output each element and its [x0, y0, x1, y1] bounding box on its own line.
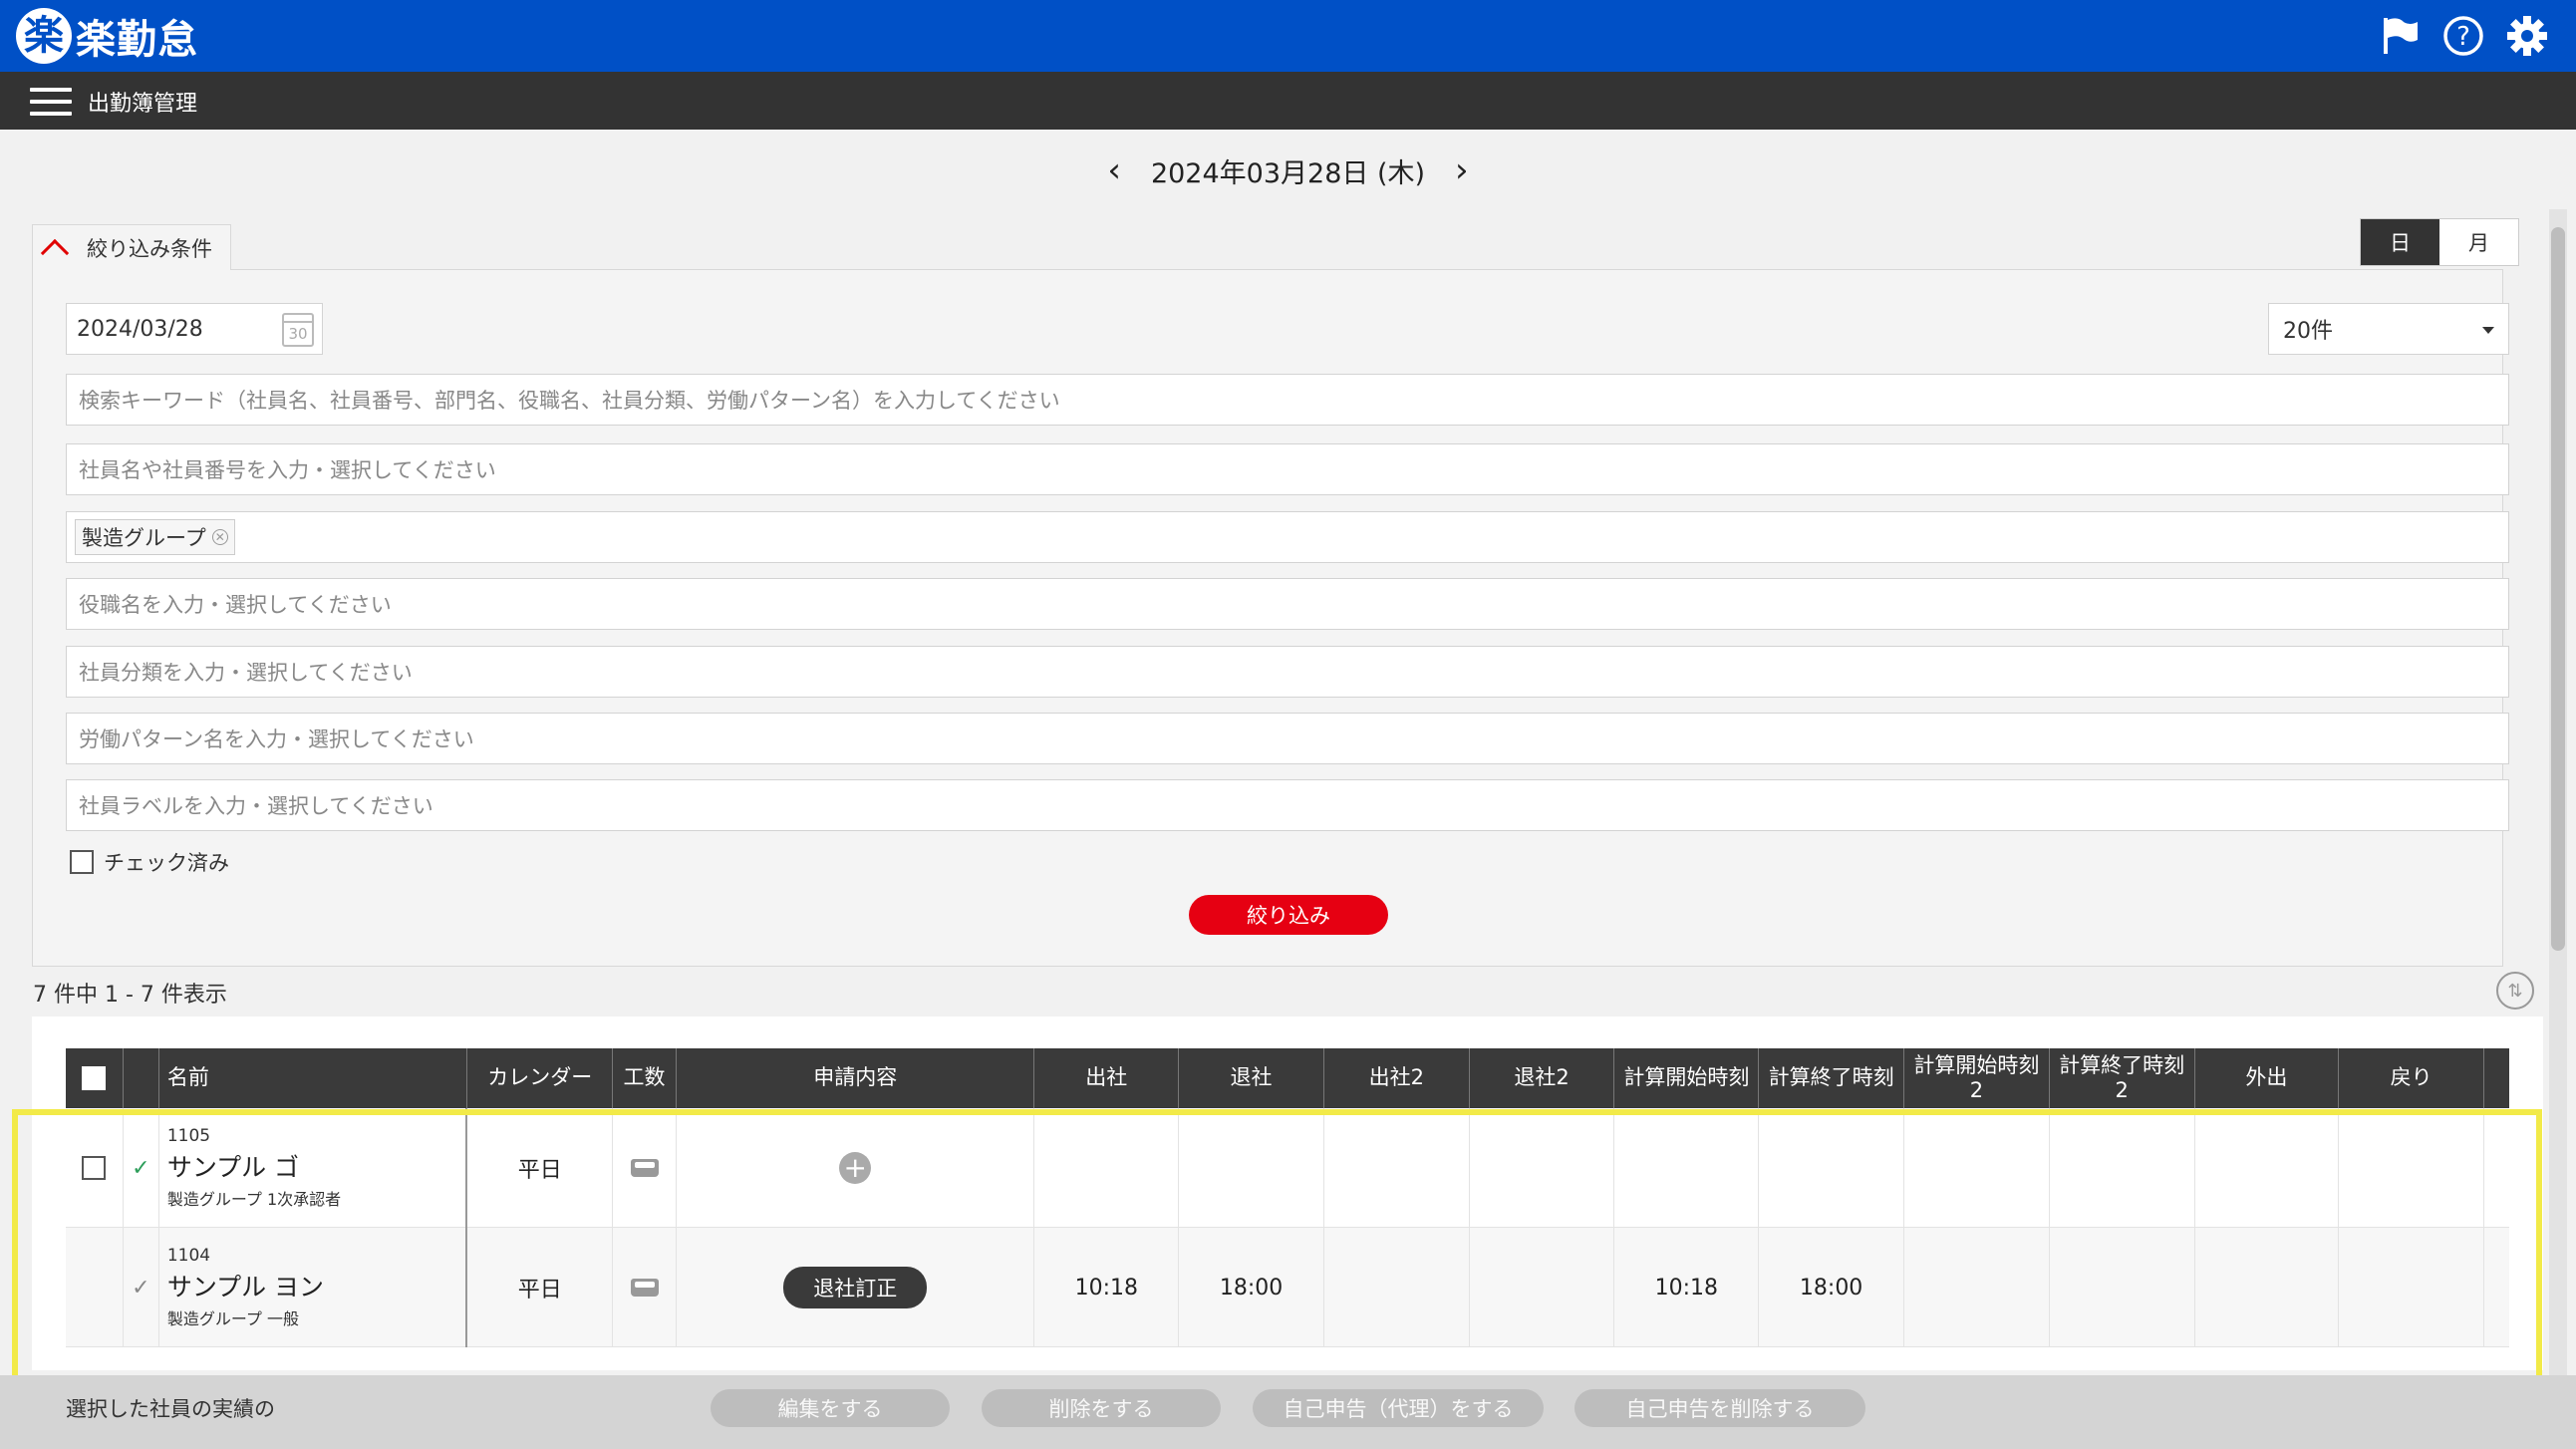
view-month-button[interactable]: 月	[2439, 219, 2518, 265]
header-name[interactable]: 名前	[159, 1048, 468, 1108]
header-in: 出社	[1034, 1048, 1180, 1108]
view-toggle: 日 月	[2360, 218, 2519, 266]
next-day-chevron-icon[interactable]: ›	[1455, 153, 1469, 187]
filter-tab-label: 絞り込み条件	[87, 236, 212, 261]
table-header: 名前 カレンダー 工数 申請内容 出社 退社 出社2 退社2 計算開始時刻 計算…	[66, 1048, 2509, 1108]
scrollbar-thumb[interactable]	[2551, 227, 2565, 951]
header-out2: 退社2	[1470, 1048, 1615, 1108]
top-bar: 楽 楽勤怠 ?	[0, 0, 2576, 72]
keyword-search-input[interactable]: 検索キーワード（社員名、社員番号、部門名、役職名、社員分類、労働パターン名）を入…	[66, 374, 2509, 426]
date-input[interactable]: 2024/03/28 30	[66, 303, 323, 355]
per-page-value: 20件	[2283, 319, 2333, 344]
collapse-caret-icon	[40, 238, 70, 267]
delete-self-report-button[interactable]: 自己申告を削除する	[1574, 1389, 1865, 1427]
header-effort: 工数	[613, 1048, 677, 1108]
employee-input[interactable]: 社員名や社員番号を入力・選択してください	[66, 443, 2509, 495]
header-out: 退社	[1179, 1048, 1324, 1108]
highlight-frame	[12, 1109, 2542, 1388]
result-count: 7 件中 1 - 7 件表示	[33, 983, 227, 1008]
checked-label: チェック済み	[104, 851, 229, 875]
department-chip-label: 製造グループ	[82, 526, 206, 550]
employee-label-input[interactable]: 社員ラベルを入力・選択してください	[66, 779, 2509, 831]
work-pattern-input[interactable]: 労働パターン名を入力・選択してください	[66, 713, 2509, 764]
header-calc-start: 計算開始時刻	[1614, 1048, 1760, 1108]
checked-checkbox[interactable]	[70, 850, 94, 874]
page-title: 出勤簿管理	[88, 92, 198, 117]
department-input[interactable]: 製造グループ ✕	[66, 511, 2509, 563]
employee-category-input[interactable]: 社員分類を入力・選択してください	[66, 646, 2509, 698]
header-calc-end2-line1: 計算終了時刻	[2059, 1052, 2185, 1077]
delete-button[interactable]: 削除をする	[982, 1389, 1221, 1427]
view-day-button[interactable]: 日	[2361, 219, 2439, 265]
apply-filter-button[interactable]: 絞り込み	[1189, 895, 1388, 935]
help-icon[interactable]: ?	[2441, 14, 2485, 58]
dropdown-arrow-icon	[2482, 327, 2494, 334]
header-calc-end2: 計算終了時刻 2	[2050, 1048, 2195, 1108]
checked-filter: チェック済み	[70, 847, 229, 877]
chip-remove-icon[interactable]: ✕	[211, 529, 228, 545]
date-navigator: ‹ 2024年03月28日 (木) ›	[0, 130, 2576, 211]
expand-collapse-icon[interactable]: ⇅	[2496, 972, 2534, 1010]
hamburger-menu-icon[interactable]	[30, 88, 72, 116]
current-date: 2024年03月28日 (木)	[1150, 157, 1426, 189]
calendar-icon[interactable]: 30	[282, 313, 314, 347]
header-calendar: カレンダー	[467, 1048, 614, 1108]
self-report-button[interactable]: 自己申告（代理）をする	[1253, 1389, 1544, 1427]
header-calc-end: 計算終了時刻	[1759, 1048, 1904, 1108]
header-request: 申請内容	[677, 1048, 1035, 1108]
selected-action-label: 選択した社員の実績の	[66, 1397, 275, 1421]
menu-bar: 出勤簿管理	[0, 72, 2576, 130]
gear-icon[interactable]	[2505, 14, 2549, 58]
header-calc-end2-line2: 2	[2115, 1078, 2129, 1102]
header-calc-start2-line1: 計算開始時刻	[1913, 1052, 2040, 1077]
edit-button[interactable]: 編集をする	[711, 1389, 950, 1427]
prev-day-chevron-icon[interactable]: ‹	[1107, 153, 1121, 187]
flag-icon[interactable]	[2378, 14, 2422, 58]
header-return: 戻り	[2339, 1048, 2485, 1108]
position-input[interactable]: 役職名を入力・選択してください	[66, 578, 2509, 630]
select-all-checkbox[interactable]	[82, 1066, 107, 1090]
header-calc-start2-line2: 2	[1969, 1078, 1984, 1102]
header-in2: 出社2	[1324, 1048, 1470, 1108]
date-input-value: 2024/03/28	[77, 316, 203, 342]
svg-text:?: ?	[2456, 22, 2470, 52]
filter-toggle-tab[interactable]: 絞り込み条件	[32, 224, 231, 270]
header-go-out: 外出	[2195, 1048, 2340, 1108]
department-chip: 製造グループ ✕	[75, 519, 235, 555]
header-calc-start2: 計算開始時刻 2	[1904, 1048, 2050, 1108]
per-page-select[interactable]: 20件	[2268, 303, 2509, 355]
check-status-header	[124, 1048, 159, 1108]
header-extra	[2484, 1048, 2509, 1108]
app-logo[interactable]: 楽 楽勤怠	[16, 8, 198, 64]
logo-mark: 楽	[16, 8, 72, 64]
logo-text: 楽勤怠	[76, 17, 198, 63]
select-all-header	[66, 1048, 124, 1108]
